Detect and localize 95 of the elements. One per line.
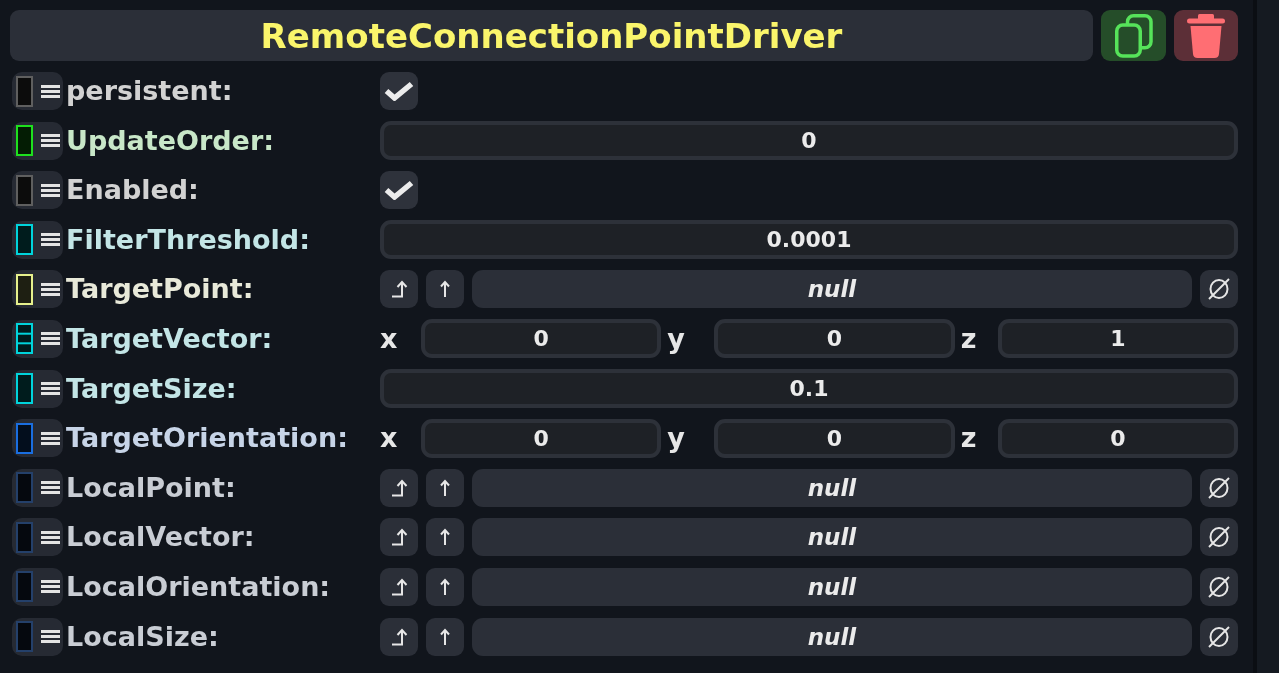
drag-handle[interactable] [12,518,63,557]
jump-button[interactable] [380,468,418,507]
copy-icon [1114,13,1153,58]
menu-icon [41,84,60,98]
drag-handle[interactable] [12,171,63,210]
number-field[interactable]: 0 [714,319,955,359]
jump-button[interactable] [380,617,418,656]
drag-handle[interactable] [12,567,63,606]
up-arrow-icon [440,280,450,299]
axis-label: y [666,321,686,356]
axis-label: z [959,421,978,456]
up-arrow-icon [440,627,450,646]
axis-label: x [380,421,399,456]
clear-button[interactable] [1200,468,1238,507]
menu-icon [41,630,60,644]
slashed-circle-icon [1207,624,1231,649]
up-button[interactable] [426,468,464,507]
menu-icon [41,233,60,247]
slashed-circle-icon [1207,277,1231,302]
up-arrow-icon [440,577,450,596]
hook-arrow-icon [390,528,408,547]
number-field[interactable]: 0 [421,319,662,359]
slashed-circle-icon [1207,475,1231,500]
field-label: FilterThreshold: [65,222,311,257]
drag-handle[interactable] [12,319,63,358]
menu-icon [41,530,60,544]
clear-button[interactable] [1200,270,1238,309]
field-label: Enabled: [65,173,200,208]
up-arrow-icon [440,528,450,547]
field-label: LocalPoint: [65,470,237,505]
reference-field[interactable]: null [472,518,1192,557]
hook-arrow-icon [390,478,408,497]
field-label: TargetVector: [65,321,274,356]
drag-handle[interactable] [12,270,63,309]
up-button[interactable] [426,518,464,557]
jump-button[interactable] [380,567,418,606]
menu-icon [41,580,60,594]
clear-button[interactable] [1200,567,1238,606]
field-label: LocalOrientation: [65,569,332,604]
reference-field[interactable]: null [472,468,1192,507]
number-field[interactable]: 0.0001 [380,220,1238,260]
trash-icon [1187,13,1225,58]
hook-arrow-icon [390,627,408,646]
slashed-circle-icon [1207,525,1231,550]
menu-icon [41,332,60,346]
menu-icon [41,382,60,396]
reference-field[interactable]: null [472,567,1192,606]
reference-field[interactable]: null [472,617,1192,656]
number-field[interactable]: 0 [380,121,1238,161]
drag-handle[interactable] [12,220,63,259]
field-label: TargetSize: [65,371,238,406]
checkbox[interactable] [380,171,418,210]
up-arrow-icon [440,478,450,497]
drag-handle[interactable] [12,468,63,507]
drag-handle[interactable] [12,369,63,408]
clear-button[interactable] [1200,518,1238,557]
drag-handle[interactable] [12,617,63,656]
field-label: TargetOrientation: [65,421,349,456]
up-button[interactable] [426,270,464,309]
jump-button[interactable] [380,518,418,557]
number-field[interactable]: 0.1 [380,369,1238,409]
field-label: persistent: [65,74,234,108]
number-field[interactable]: 0 [421,418,662,458]
axis-label: y [666,421,686,456]
field-label: TargetPoint: [65,272,255,307]
drag-handle[interactable] [12,121,63,160]
drag-handle[interactable] [12,419,63,458]
drag-handle[interactable] [12,72,63,110]
number-field[interactable]: 0 [997,418,1238,458]
clear-button[interactable] [1200,617,1238,656]
checkbox[interactable] [380,72,418,110]
up-button[interactable] [426,617,464,656]
slashed-circle-icon [1207,574,1231,599]
menu-icon [41,481,60,495]
field-label: UpdateOrder: [65,123,276,158]
reference-field[interactable]: null [472,270,1192,309]
field-label: LocalSize: [65,619,220,654]
hook-arrow-icon [390,577,408,596]
delete-button[interactable] [1174,10,1238,61]
menu-icon [41,431,60,445]
menu-icon [41,282,60,296]
axis-label: z [959,321,978,356]
jump-button[interactable] [380,270,418,309]
axis-label: x [380,321,399,356]
menu-icon [41,134,60,148]
duplicate-button[interactable] [1101,10,1166,61]
number-field[interactable]: 1 [997,319,1238,359]
number-field[interactable]: 0 [714,418,955,458]
component-title: RemoteConnectionPointDriver [260,15,843,56]
field-label: LocalVector: [65,520,256,555]
menu-icon [41,183,60,197]
checkmark-icon [383,81,415,101]
up-button[interactable] [426,567,464,606]
checkmark-icon [383,180,415,201]
hook-arrow-icon [390,280,408,299]
